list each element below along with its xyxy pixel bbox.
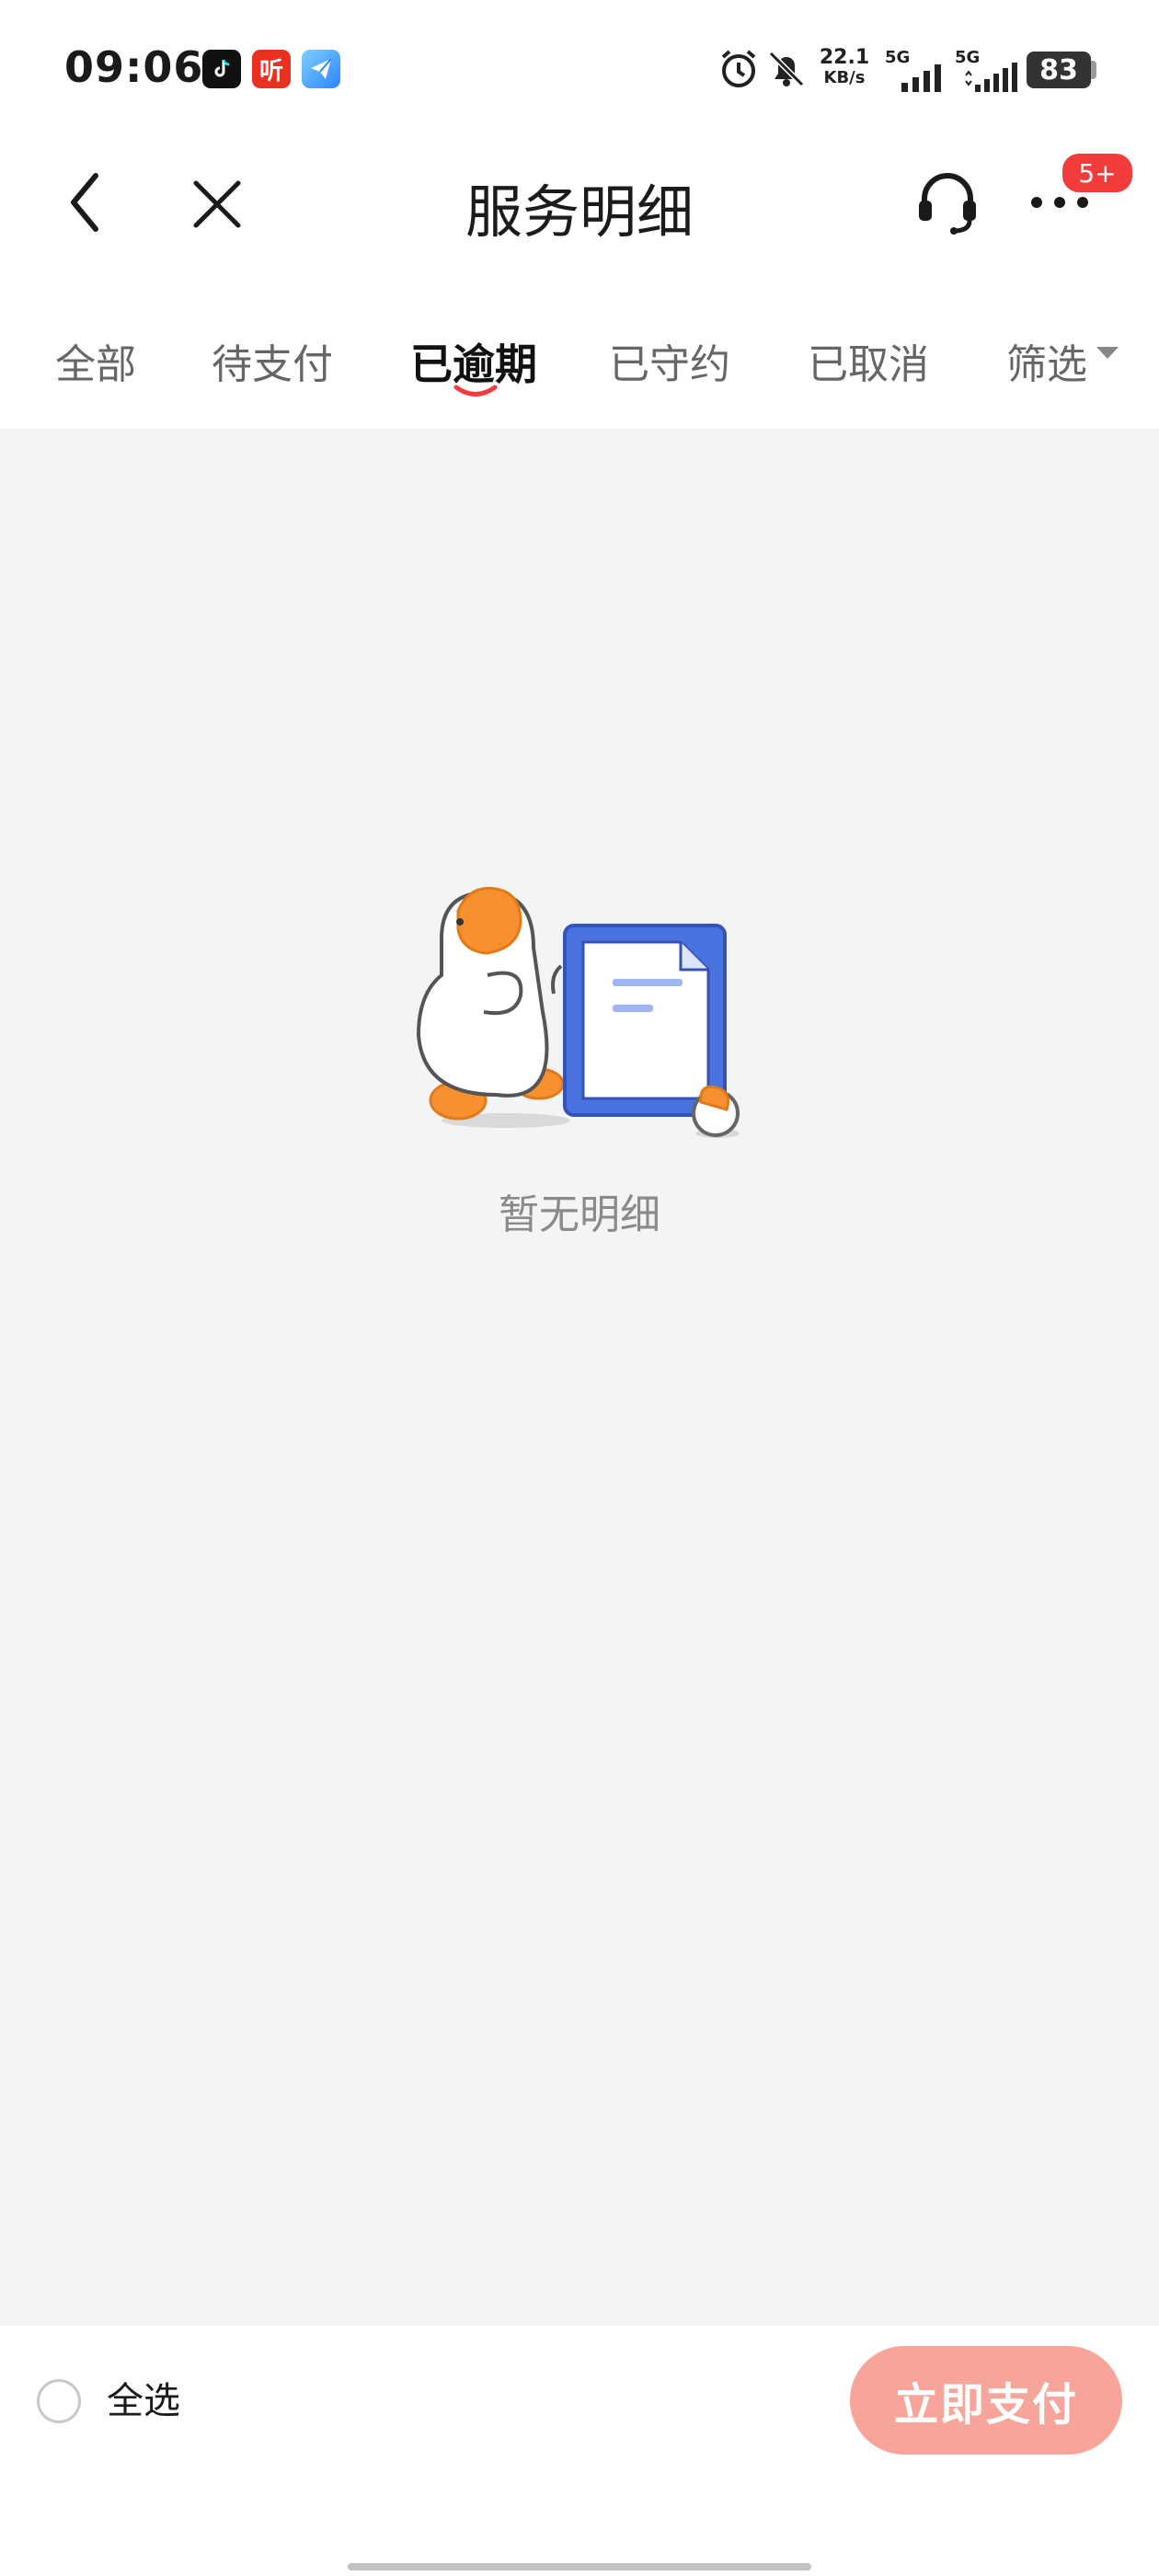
status-time: 09:06 [64, 42, 204, 92]
ting-icon: 听 [252, 50, 291, 88]
tab-pending-payment[interactable]: 待支付 [212, 331, 333, 390]
tab-cancelled[interactable]: 已取消 [808, 331, 929, 390]
page-title: 服务明细 [465, 178, 694, 246]
select-all-label[interactable]: 全选 [107, 2379, 180, 2423]
active-tab-indicator [453, 385, 498, 397]
close-icon [193, 180, 241, 228]
battery-indicator: 83 [1027, 52, 1091, 88]
close-button[interactable] [184, 171, 250, 237]
customer-service-button[interactable] [911, 166, 984, 239]
caret-down-icon [1096, 347, 1119, 359]
signal-indicator-1: 5G [885, 48, 946, 92]
empty-state-illustration [416, 887, 740, 1138]
home-indicator[interactable] [348, 2563, 811, 2570]
headset-icon [919, 173, 976, 235]
more-dots-icon [1031, 197, 1088, 208]
alarm-icon [717, 48, 760, 90]
tab-filter[interactable]: 筛选 [1006, 331, 1087, 390]
notification-badge: 5+ [1060, 151, 1135, 195]
douyin-icon [202, 50, 241, 88]
tab-fulfilled[interactable]: 已守约 [609, 331, 730, 390]
empty-state-message: 暂无明细 [499, 1191, 660, 1238]
pay-now-button[interactable]: 立即支付 [850, 2346, 1122, 2455]
tab-all[interactable]: 全部 [55, 331, 136, 390]
signal-indicator-2: 5G [955, 48, 1019, 92]
plane-icon [302, 50, 340, 88]
content-area [0, 429, 1159, 2326]
battery-tip [1091, 61, 1096, 79]
tab-bar: 全部 待支付 已逾期 已守约 已取消 筛选 [0, 304, 1159, 423]
mute-bell-icon [765, 48, 808, 90]
chevron-left-icon [71, 173, 98, 232]
net-speed: 22.1 KB/s [819, 46, 870, 88]
select-all-checkbox[interactable] [37, 2379, 81, 2423]
tab-overdue[interactable]: 已逾期 [410, 331, 537, 392]
back-button[interactable] [55, 166, 114, 239]
